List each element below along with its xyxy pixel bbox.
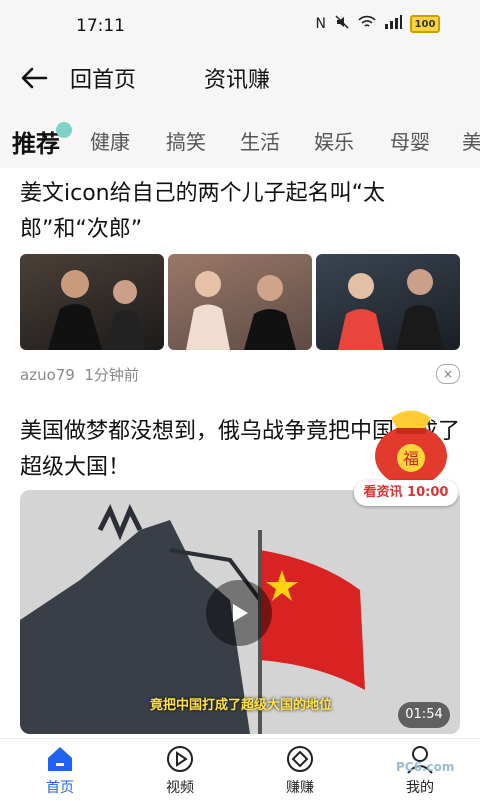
tab-entertainment[interactable]: 娱乐 (314, 126, 354, 155)
news-item[interactable]: 姜文icon给自己的两个儿子起名叫“太郎”和“次郎” azuo79 1分钟前 × (0, 168, 480, 398)
wifi-icon (358, 15, 376, 33)
status-icons: N 100 (316, 14, 440, 34)
video-subtitle: 竟把中国打成了超级大国的地位 (150, 698, 333, 713)
reward-timer[interactable]: 看资讯 10:00 (354, 480, 458, 506)
battery-icon: 100 (410, 15, 440, 33)
play-icon (233, 604, 248, 622)
play-button[interactable] (206, 580, 272, 646)
header: 回首页 资讯赚 (0, 52, 480, 104)
status-time: 17:11 (76, 16, 125, 36)
tab-mother-baby[interactable]: 母婴 (390, 126, 430, 155)
post-time: 1分钟前 (84, 366, 139, 384)
nav-earn[interactable]: 赚赚 (260, 739, 340, 801)
back-arrow-icon[interactable] (16, 60, 52, 96)
video-duration: 01:54 (398, 702, 450, 728)
tab-life[interactable]: 生活 (240, 126, 280, 155)
category-tabs: 推荐 健康 搞笑 生活 娱乐 母婴 美 (0, 104, 480, 168)
home-link[interactable]: 回首页 (70, 62, 136, 94)
nfc-icon: N (315, 16, 326, 32)
mute-icon (334, 14, 350, 34)
thumbnail-image[interactable] (20, 254, 164, 350)
status-bar: 17:11 N 100 (0, 0, 480, 52)
home-icon (48, 747, 72, 771)
author: azuo79 (20, 366, 75, 384)
tab-recommend[interactable]: 推荐 (12, 124, 60, 159)
thumbnail-image[interactable] (316, 254, 460, 350)
tab-funny[interactable]: 搞笑 (166, 126, 206, 155)
news-title[interactable]: 姜文icon给自己的两个儿子起名叫“太郎”和“次郎” (20, 176, 460, 248)
nav-video[interactable]: 视频 (140, 739, 220, 801)
dismiss-button[interactable]: × (436, 364, 460, 384)
nav-label: 我的 (406, 780, 434, 796)
signal-icon (384, 15, 402, 33)
notification-dot (56, 122, 72, 138)
tab-health[interactable]: 健康 (90, 126, 130, 155)
nav-label: 首页 (46, 780, 74, 796)
page-title: 资讯赚 (204, 68, 271, 93)
video-icon (167, 746, 193, 772)
news-thumbnails[interactable] (20, 254, 460, 350)
bag-character: 福 (403, 449, 419, 468)
tab-beauty[interactable]: 美 (462, 126, 480, 155)
nav-label: 视频 (166, 780, 194, 796)
news-meta: azuo79 1分钟前 (20, 364, 139, 385)
nav-home[interactable]: 首页 (20, 739, 100, 801)
nav-label: 赚赚 (286, 780, 314, 796)
video-player[interactable]: 竟把中国打成了超级大国的地位 01:54 (20, 490, 460, 734)
watermark: PC6.com (396, 760, 455, 774)
diamond-icon (287, 746, 313, 772)
thumbnail-image[interactable] (168, 254, 312, 350)
